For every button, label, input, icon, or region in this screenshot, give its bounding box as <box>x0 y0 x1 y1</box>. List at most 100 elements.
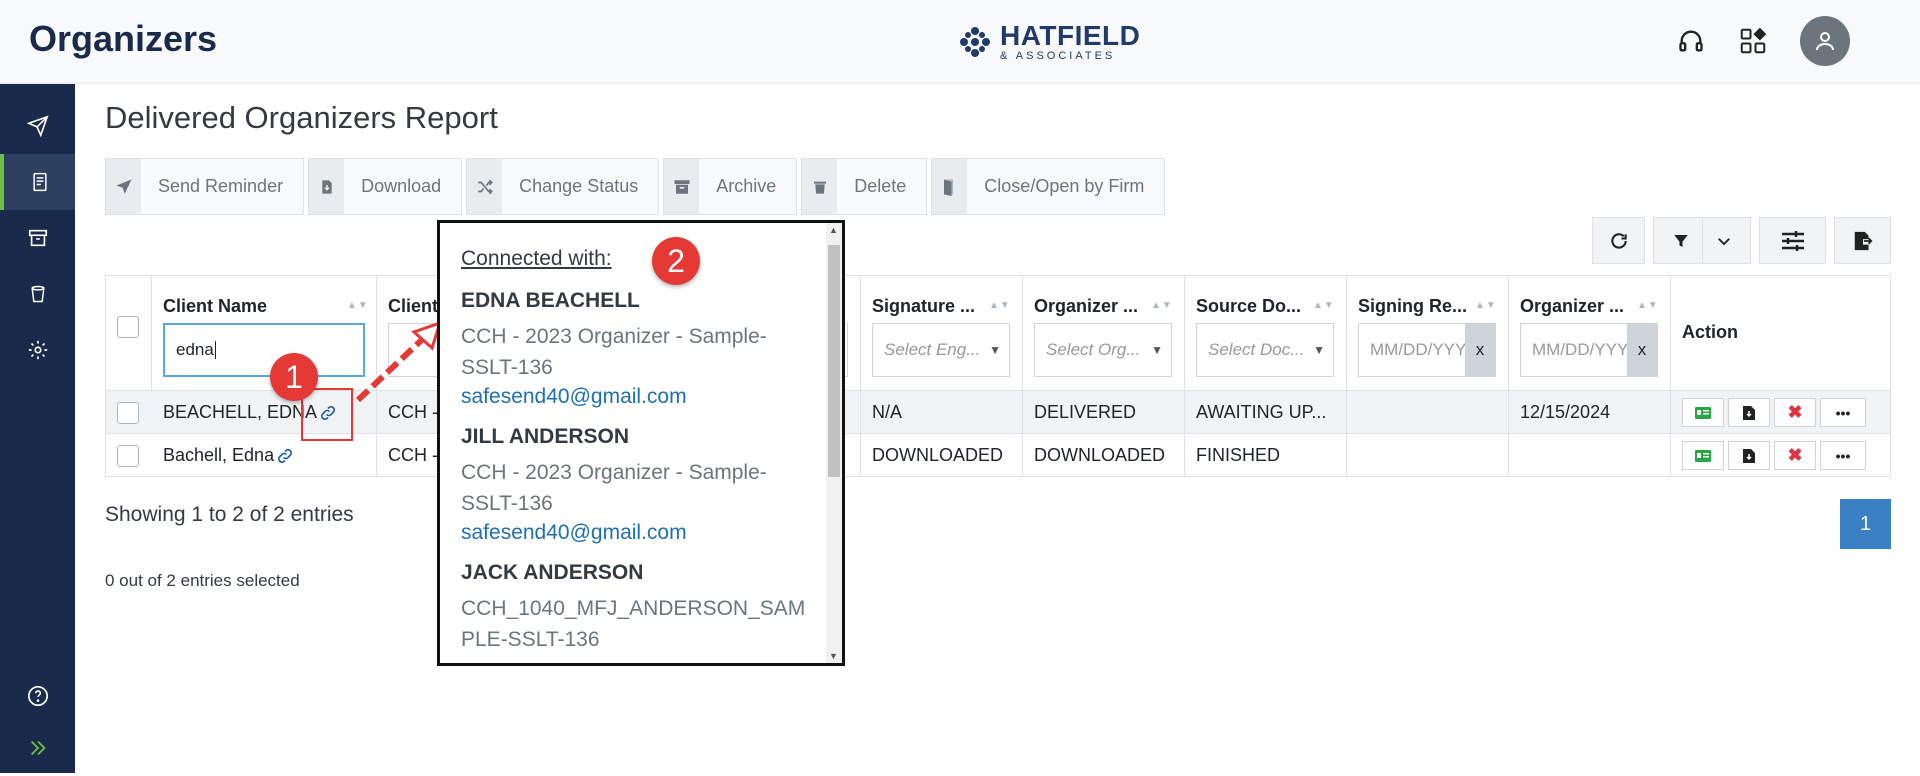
close-icon: ✖ <box>1787 402 1803 422</box>
export-button[interactable] <box>1834 217 1891 264</box>
clear-date-button[interactable]: x <box>1465 324 1495 376</box>
top-bar: Organizers HATFIELD & ASSOCIATES <box>0 0 1920 84</box>
send-reminder-button[interactable]: Send Reminder <box>105 158 305 215</box>
client-name-filter-input[interactable]: edna <box>163 323 365 377</box>
sort-icon[interactable]: ▲▼ <box>1313 300 1335 311</box>
sort-icon[interactable]: ▲▼ <box>1151 300 1173 311</box>
sidebar-item-archive[interactable] <box>0 210 75 266</box>
source-doc-cell: FINISHED <box>1185 434 1347 477</box>
caret-down-icon: ▼ <box>1151 343 1163 357</box>
close-open-by-firm-button[interactable]: Close/Open by Firm <box>931 158 1166 215</box>
delete-label: Delete <box>854 176 907 196</box>
sidebar-item-organizers[interactable] <box>0 154 75 210</box>
annotation-badge-1: 1 <box>270 353 318 401</box>
download-row-button[interactable] <box>1728 398 1770 427</box>
archive-button[interactable]: Archive <box>663 158 798 215</box>
logo-mark-icon <box>960 27 990 57</box>
apps-grid-icon[interactable] <box>1738 26 1768 56</box>
client-name-filter-value: edna <box>176 340 214 359</box>
id-card-icon <box>1695 406 1711 419</box>
row-checkbox-cell <box>117 434 139 477</box>
close-icon: ✖ <box>1787 445 1803 465</box>
col-source-doc-title[interactable]: Source Do... <box>1196 296 1301 317</box>
selection-summary: 0 out of 2 entries selected <box>105 571 300 590</box>
user-avatar[interactable] <box>1800 16 1850 66</box>
organizer-status-filter-select[interactable]: Select Org... ▼ <box>1034 323 1172 377</box>
client-info-button[interactable] <box>1682 398 1724 427</box>
sidebar-item-recycle[interactable] <box>0 266 75 322</box>
sidebar-item-settings[interactable] <box>0 322 75 378</box>
scrollbar-thumb[interactable] <box>828 245 840 477</box>
row-checkbox[interactable] <box>117 444 139 467</box>
file-download-icon <box>1743 405 1755 420</box>
file-download-icon <box>1743 448 1755 463</box>
paper-plane-icon <box>116 179 131 194</box>
delete-button[interactable]: Delete <box>801 158 928 215</box>
col-organizer-date-title[interactable]: Organizer ... <box>1520 296 1624 317</box>
action-cell: ✖ ••• <box>1682 391 1866 434</box>
select-all-checkbox[interactable] <box>117 316 139 338</box>
change-status-button[interactable]: Change Status <box>466 158 660 215</box>
signature-filter-select[interactable]: Select Eng... ▼ <box>872 323 1010 377</box>
source-doc-cell: AWAITING UP... <box>1185 391 1347 434</box>
sidebar-item-help[interactable] <box>0 668 75 724</box>
sort-icon[interactable]: ▲▼ <box>1475 300 1497 311</box>
organizer-status-cell: DOWNLOADED <box>1023 434 1185 477</box>
clear-date-button[interactable]: x <box>1627 324 1657 376</box>
headset-icon[interactable] <box>1676 26 1706 56</box>
connected-entry-doc: CCH_1040_MFJ_ANDERSON_SAMPLE-SSLT-136 <box>461 597 806 651</box>
col-action: Action <box>1671 276 1890 390</box>
client-info-button[interactable] <box>1682 441 1724 470</box>
sort-icon[interactable]: ▲▼ <box>989 300 1011 311</box>
company-logo[interactable]: HATFIELD & ASSOCIATES <box>958 22 1140 62</box>
highlight-box <box>301 388 353 441</box>
popup-scrollbar[interactable]: ▲ ▼ <box>826 223 842 663</box>
sidebar <box>0 84 75 773</box>
shuffle-icon <box>477 179 493 194</box>
sidebar-item-send[interactable] <box>0 98 75 154</box>
scroll-up-icon[interactable]: ▲ <box>829 225 838 235</box>
scroll-down-icon[interactable]: ▼ <box>829 651 838 661</box>
door-open-icon <box>943 179 953 196</box>
delete-row-button[interactable]: ✖ <box>1774 441 1816 470</box>
col-organizer-status-title[interactable]: Organizer ... <box>1034 296 1138 317</box>
caret-down-icon: ▼ <box>1313 343 1325 357</box>
page-1-button[interactable]: 1 <box>1840 499 1891 549</box>
paper-plane-icon <box>26 115 49 137</box>
signature-cell: DOWNLOADED <box>861 434 1023 477</box>
refresh-button[interactable] <box>1592 217 1645 264</box>
document-icon <box>32 172 47 192</box>
col-client-id-title[interactable]: Client <box>388 296 438 317</box>
more-actions-button[interactable]: ••• <box>1820 441 1866 470</box>
col-signature: Signature ... ▲▼ Select Eng... ▼ <box>861 276 1023 390</box>
organizer-filter-placeholder: Select Org... <box>1046 340 1141 359</box>
filter-dropdown-button[interactable] <box>1653 217 1751 264</box>
organizer-date-input[interactable]: MM/DD/YYY x <box>1520 323 1658 377</box>
sort-icon[interactable]: ▲▼ <box>1637 300 1659 311</box>
signing-reminder-date-input[interactable]: MM/DD/YYY x <box>1358 323 1496 377</box>
table-row[interactable]: Bachell, Edna CCH - DOWNLOADED DOWNLOADE… <box>105 434 1891 477</box>
signing-reminder-cell <box>1347 391 1509 434</box>
connected-with-popup[interactable]: Connected with: EDNA BEACHELL CCH - 2023… <box>437 220 845 666</box>
select-all-column <box>106 276 152 390</box>
col-signature-title[interactable]: Signature ... <box>872 296 975 317</box>
row-checkbox-cell <box>117 391 139 434</box>
col-client-name-title[interactable]: Client Name <box>163 296 267 317</box>
link-icon[interactable] <box>276 447 294 465</box>
close-open-label: Close/Open by Firm <box>984 176 1145 196</box>
more-actions-button[interactable]: ••• <box>1820 398 1866 427</box>
source-doc-filter-select[interactable]: Select Doc... ▼ <box>1196 323 1334 377</box>
download-row-button[interactable] <box>1728 441 1770 470</box>
delete-row-button[interactable]: ✖ <box>1774 398 1816 427</box>
sidebar-expand[interactable] <box>0 720 75 776</box>
row-checkbox[interactable] <box>117 401 139 424</box>
app-title: Organizers <box>29 18 218 59</box>
connected-entry-email[interactable]: safesend40@gmail.com <box>461 385 806 409</box>
col-signing-reminder-title[interactable]: Signing Re... <box>1358 296 1467 317</box>
download-button[interactable]: Download <box>308 158 463 215</box>
column-settings-button[interactable] <box>1759 217 1826 264</box>
sort-icon[interactable]: ▲▼ <box>347 300 369 311</box>
caret-down-icon: ▼ <box>989 343 1001 357</box>
connected-entry-email[interactable]: safesend40@gmail.com <box>461 521 806 545</box>
client-name: Bachell, Edna <box>163 445 275 465</box>
